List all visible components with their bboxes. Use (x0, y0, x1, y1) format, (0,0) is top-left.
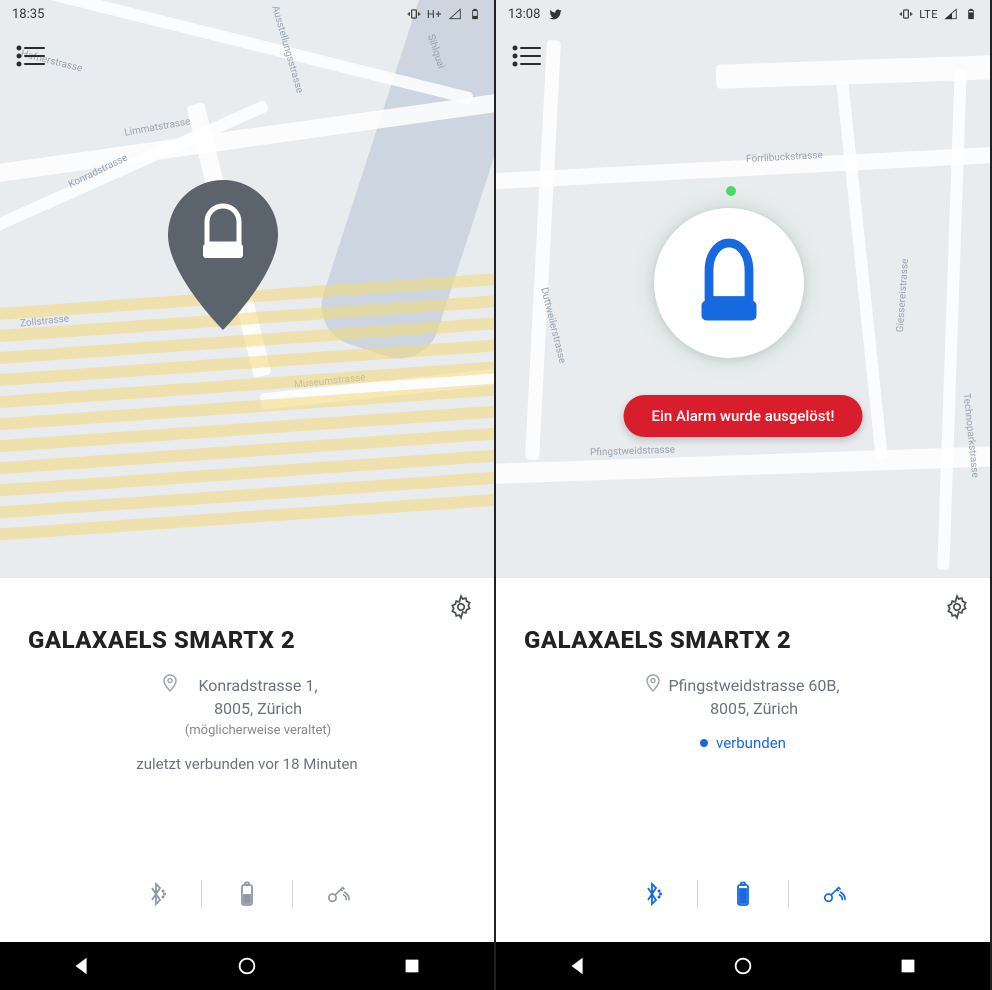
screen-disconnected: 18:35 H+ Hafnerstrasse Konradstrasse Lim… (0, 0, 496, 990)
nav-home-button[interactable] (732, 955, 754, 977)
key-signal-icon (822, 881, 846, 907)
u-lock-icon (694, 238, 764, 328)
connection-status: zuletzt verbunden vor 18 Minuten (22, 755, 472, 773)
device-title: GALAXAELS SMARTX 2 (22, 626, 472, 654)
battery-icon (731, 881, 755, 907)
connection-status-text: verbunden (716, 734, 786, 752)
settings-button[interactable] (448, 594, 474, 620)
lock-location-marker[interactable] (168, 180, 278, 330)
lock-location-marker[interactable] (654, 208, 804, 358)
key-status[interactable] (293, 881, 383, 907)
bluetooth-status[interactable] (111, 881, 201, 907)
signal-icon (944, 7, 958, 21)
status-indicators: H+ (407, 7, 482, 21)
status-icons-row (518, 880, 968, 926)
connection-status: verbunden (518, 734, 968, 752)
street-label: Pfingstweidstrasse (590, 445, 675, 459)
battery-icon (964, 7, 978, 21)
address-hint: (möglicherweise veraltet) (185, 722, 331, 741)
nav-recent-button[interactable] (897, 955, 919, 977)
address-line-2: 8005, Zürich (185, 697, 331, 720)
gear-icon (944, 594, 970, 620)
network-label: LTE (919, 8, 938, 21)
status-icons-row (22, 880, 472, 926)
device-title: GALAXAELS SMARTX 2 (518, 626, 968, 654)
nav-back-button[interactable] (567, 955, 589, 977)
alarm-alert-banner[interactable]: Ein Alarm wurde ausgelöst! (624, 395, 863, 437)
connected-dot-icon (700, 739, 708, 747)
status-bar: 13:08 LTE (496, 0, 990, 28)
battery-icon (468, 7, 482, 21)
street-label: Giessereistrasse (895, 258, 911, 332)
battery-status[interactable] (698, 881, 788, 907)
vibrate-icon (899, 7, 913, 21)
status-time: 18:35 (12, 7, 44, 22)
android-nav-bar (0, 942, 494, 990)
address-line-2: 8005, Zürich (668, 697, 839, 720)
address-line-1: Konradstrasse 1, (185, 674, 331, 697)
bluetooth-icon (640, 881, 664, 907)
menu-button[interactable] (16, 44, 46, 72)
key-signal-icon (326, 881, 350, 907)
menu-button[interactable] (512, 44, 542, 72)
nav-recent-button[interactable] (401, 955, 423, 977)
settings-button[interactable] (944, 594, 970, 620)
android-nav-bar (496, 942, 990, 990)
battery-status[interactable] (202, 881, 292, 907)
nav-home-button[interactable] (236, 955, 258, 977)
info-panel: GALAXAELS SMARTX 2 Pfingstweidstrasse 60… (496, 578, 990, 942)
address-block: Konradstrasse 1, 8005, Zürich (möglicher… (22, 674, 472, 741)
twitter-icon (548, 7, 563, 22)
status-indicators: LTE (899, 7, 978, 21)
network-label: H+ (427, 8, 442, 21)
gear-icon (448, 594, 474, 620)
vibrate-icon (407, 7, 421, 21)
nav-back-button[interactable] (71, 955, 93, 977)
location-pin-icon (646, 674, 660, 692)
bluetooth-icon (144, 881, 168, 907)
signal-icon (448, 7, 462, 21)
status-time: 13:08 (508, 7, 540, 22)
address-line-1: Pfingstweidstrasse 60B, (668, 674, 839, 697)
status-bar: 18:35 H+ (0, 0, 494, 28)
bluetooth-status[interactable] (607, 881, 697, 907)
location-indicator-dot (726, 186, 736, 196)
address-block: Pfingstweidstrasse 60B, 8005, Zürich (518, 674, 968, 720)
screen-connected-alarm: 13:08 LTE Förrlibuckstrasse Duttweilerst… (496, 0, 992, 990)
key-status[interactable] (789, 881, 879, 907)
map-view[interactable]: Förrlibuckstrasse Duttweilerstrasse Gies… (496, 0, 990, 578)
battery-icon (235, 881, 259, 907)
location-pin-icon (163, 674, 177, 692)
map-view[interactable]: Hafnerstrasse Konradstrasse Limmatstrass… (0, 0, 494, 578)
info-panel: GALAXAELS SMARTX 2 Konradstrasse 1, 8005… (0, 578, 494, 942)
